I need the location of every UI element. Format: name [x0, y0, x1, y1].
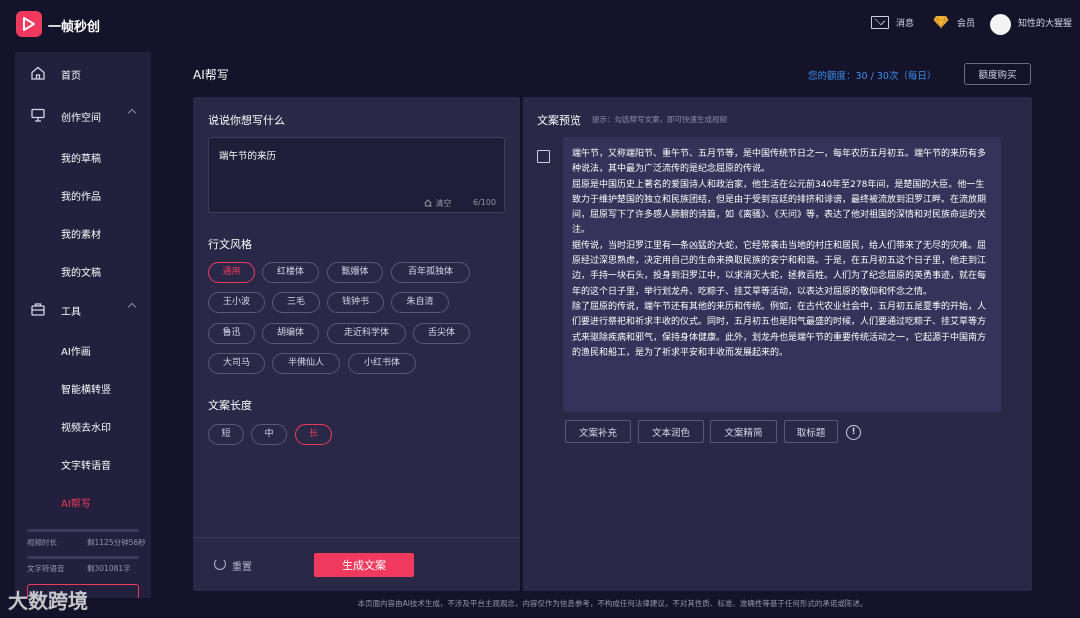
app-name: 一帧秒创 [48, 20, 101, 35]
length-tag-long[interactable]: 长 [295, 424, 332, 445]
style-tag[interactable]: 小红书体 [348, 353, 416, 374]
style-title: 行文风格 [208, 238, 252, 251]
sidebar-item-label: 我的作品 [61, 192, 101, 203]
sidebar: 首页 创作空间 我的草稿 我的作品 我的素材 我的文稿 工具 AI作画 智能横转… [15, 52, 151, 598]
sidebar-item-materials[interactable]: 我的素材 [15, 214, 151, 250]
sidebar-item-label: AI作画 [61, 347, 91, 358]
paragraph: 据传说，当时汨罗江里有一条凶猛的大蛇，它经常袭击当地的村庄和居民，给人们带来了无… [572, 240, 987, 297]
sidebar-item-label: 首页 [61, 71, 81, 82]
style-tag[interactable]: 百年孤独体 [391, 262, 470, 283]
length-tag-medium[interactable]: 中 [251, 424, 287, 445]
input-panel: 说说你想写什么 端午节的来历 清空 6/100 行文风格 通用 红楼体 甄嬛体 … [193, 97, 520, 591]
style-tag[interactable]: 红楼体 [262, 262, 319, 283]
supplement-button[interactable]: 文案补充 [565, 420, 631, 443]
top-bar: 一帧秒创 消息 会员 知性的大猩猩 [0, 0, 1080, 50]
sidebar-item-works[interactable]: 我的作品 [15, 176, 151, 212]
generated-text: 端午节，又称端阳节、重午节、五月节等，是中国传统节日之一，每年农历五月初五。端午… [563, 137, 1001, 412]
quota-bar [27, 556, 139, 559]
prompt-input[interactable]: 端午节的来历 清空 6/100 [208, 137, 505, 213]
quota-label: 文字转语音 [27, 564, 65, 573]
sidebar-item-label: 工具 [61, 307, 81, 318]
preview-title: 文案预览 [537, 114, 581, 127]
sidebar-item-label: 我的草稿 [61, 154, 101, 165]
app-logo-icon[interactable] [16, 11, 42, 37]
style-tag[interactable]: 甄嬛体 [327, 262, 383, 283]
length-tag-short[interactable]: 短 [208, 424, 244, 445]
sidebar-item-drafts[interactable]: 我的草稿 [15, 138, 151, 174]
style-tag[interactable]: 三毛 [272, 292, 320, 313]
reset-button[interactable]: 重置 [232, 558, 252, 573]
style-tag[interactable]: 王小波 [208, 292, 265, 313]
sidebar-item-landscape-to-portrait[interactable]: 智能横转竖 [15, 369, 151, 405]
username[interactable]: 知性的大猩猩 [1018, 16, 1072, 29]
sidebar-item-text-to-speech[interactable]: 文字转语音 [15, 445, 151, 481]
home-icon [31, 66, 45, 80]
style-tag[interactable]: 朱自清 [391, 292, 449, 313]
char-counter: 6/100 [473, 198, 497, 207]
style-tag[interactable]: 大司马 [208, 353, 265, 374]
info-icon[interactable]: ! [846, 425, 861, 440]
sidebar-item-workspace[interactable]: 创作空间 [15, 96, 151, 134]
generate-button[interactable]: 生成文案 [314, 553, 414, 577]
sidebar-item-label: 智能横转竖 [61, 385, 111, 396]
monitor-icon [31, 108, 45, 122]
disclaimer: 本页面内容由AI技术生成，不涉及平台主观观念，内容仅作为信息参考，不构成任何法律… [357, 599, 868, 608]
style-tag[interactable]: 鲁迅 [208, 323, 255, 344]
sidebar-item-label: AI帮写 [61, 499, 91, 510]
page-title: AI帮写 [193, 68, 229, 82]
polish-button[interactable]: 文本润色 [638, 420, 704, 443]
style-tag[interactable]: 钱钟书 [327, 292, 384, 313]
quota-value: 剩301081字 [87, 564, 131, 573]
paragraph: 除了屈原的传说，端午节还有其他的来历和传统。例如，在古代农业社会中，五月初五是夏… [572, 301, 987, 358]
clear-label: 清空 [435, 199, 452, 208]
chevron-up-icon[interactable] [127, 108, 137, 118]
divider [193, 537, 520, 538]
paragraph: 端午节，又称端阳节、重午节、五月节等，是中国传统节日之一，每年农历五月初五。端午… [572, 149, 987, 175]
style-tag[interactable]: 半佛仙人 [272, 353, 340, 374]
sidebar-item-ai-writing[interactable]: AI帮写 [15, 483, 151, 519]
avatar[interactable] [990, 14, 1011, 35]
quota-bar [27, 529, 139, 532]
messages-link[interactable]: 消息 [896, 16, 914, 29]
style-tag[interactable]: 胡编体 [262, 323, 319, 344]
prompt-value: 端午节的来历 [219, 151, 277, 162]
quota-label: 视频时长 [27, 538, 57, 547]
sidebar-item-documents[interactable]: 我的文稿 [15, 252, 151, 288]
credit-text: 您的额度：30 / 30次（每日） [808, 71, 937, 82]
length-title: 文案长度 [208, 399, 252, 412]
toolbox-icon [31, 303, 45, 316]
style-tag[interactable]: 舌尖体 [413, 323, 470, 344]
sidebar-item-label: 创作空间 [61, 113, 101, 124]
buy-credit-button[interactable]: 额度购买 [964, 63, 1031, 85]
quota-value: 剩1125分钟56秒 [87, 538, 146, 547]
paragraph: 屈原是中国历史上著名的爱国诗人和政治家，他生活在公元前340年至278年间，是楚… [572, 179, 987, 236]
prompt-title: 说说你想写什么 [208, 114, 285, 127]
title-button[interactable]: 取标题 [784, 420, 838, 443]
preview-panel: 文案预览 提示：勾选帮写文案，即可快速生成视频 端午节，又称端阳节、重午节、五月… [523, 97, 1032, 591]
vip-link[interactable]: 会员 [957, 16, 975, 29]
sidebar-item-tools[interactable]: 工具 [15, 290, 151, 328]
sidebar-item-home[interactable]: 首页 [15, 54, 151, 92]
select-checkbox[interactable] [537, 150, 550, 163]
reset-icon[interactable] [214, 558, 226, 570]
sidebar-item-label: 文字转语音 [61, 461, 111, 472]
style-tag[interactable]: 走近科学体 [327, 323, 406, 344]
sidebar-item-remove-watermark[interactable]: 视频去水印 [15, 407, 151, 443]
watermark: 大数跨境 [8, 589, 88, 613]
sidebar-item-label: 视频去水印 [61, 423, 111, 434]
sidebar-item-label: 我的文稿 [61, 268, 101, 279]
vip-diamond-icon[interactable] [933, 15, 949, 29]
message-icon[interactable] [871, 16, 889, 29]
chevron-up-icon[interactable] [127, 302, 137, 312]
preview-hint: 提示：勾选帮写文案，即可快速生成视频 [592, 115, 727, 124]
simplify-button[interactable]: 文案精简 [710, 420, 777, 443]
style-tag-general[interactable]: 通用 [208, 262, 255, 283]
sidebar-item-label: 我的素材 [61, 230, 101, 241]
sidebar-item-ai-painting[interactable]: AI作画 [15, 331, 151, 367]
clear-button[interactable]: 清空 [424, 198, 452, 209]
eraser-icon [424, 199, 432, 207]
